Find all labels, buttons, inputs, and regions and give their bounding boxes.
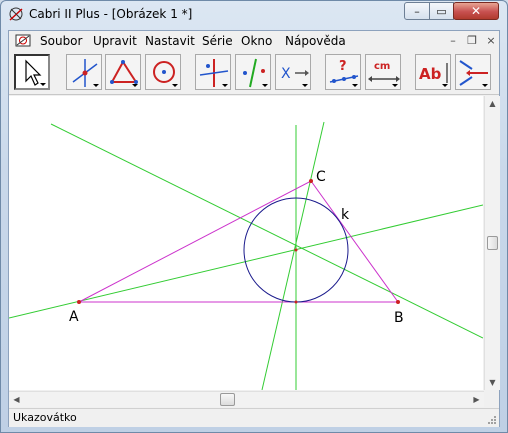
vertical-scroll-thumb[interactable] — [487, 236, 498, 250]
dropdown-corner-icon — [302, 84, 308, 87]
scroll-left-arrow-icon[interactable]: ◀ — [9, 392, 24, 407]
status-text: Ukazovátko — [13, 411, 77, 424]
measure-tool[interactable]: cm — [365, 54, 401, 90]
label-a: A — [69, 309, 79, 325]
dropdown-corner-icon — [352, 84, 358, 87]
mdi-restore-button[interactable]: ❐ — [465, 34, 479, 47]
dropdown-corner-icon — [482, 84, 488, 87]
maximize-button[interactable]: ▭ — [429, 2, 454, 20]
mdi-minimize-button[interactable]: – — [446, 34, 460, 47]
check-label: ? — [339, 59, 347, 74]
symmetry-tool[interactable] — [235, 54, 271, 90]
triangle-tool[interactable] — [105, 54, 141, 90]
point-c[interactable] — [309, 179, 313, 183]
label-c: C — [316, 169, 326, 185]
horizontal-scroll-thumb[interactable] — [220, 393, 235, 406]
incenter-point[interactable] — [294, 248, 298, 252]
circle-tool[interactable] — [145, 54, 181, 90]
menu-nastavit[interactable]: Nastavit — [145, 34, 195, 48]
menu-serie[interactable]: Série — [202, 34, 233, 48]
dropdown-corner-icon — [262, 84, 268, 87]
close-button[interactable]: ✕ — [453, 2, 499, 20]
dropdown-corner-icon — [442, 84, 448, 87]
menu-bar: Soubor Upravit Nastavit Série Okno Nápov… — [9, 31, 499, 51]
title-bar[interactable]: Cabri II Plus - [Obrázek 1 *] – ▭ ✕ — [1, 1, 507, 28]
dropdown-corner-icon — [392, 84, 398, 87]
point-a[interactable] — [77, 300, 81, 304]
label-k: k — [341, 207, 350, 223]
window-title: Cabri II Plus - [Obrázek 1 *] — [29, 7, 193, 21]
geometry-figure: A B C k — [9, 121, 483, 390]
drawing-canvas[interactable]: A B C k — [9, 96, 483, 390]
scroll-right-arrow-icon[interactable]: ▶ — [469, 392, 484, 407]
toolbar: X ? cm Ab — [9, 52, 499, 95]
dropdown-corner-icon — [132, 84, 138, 87]
angle-bisector-a-line[interactable] — [50, 123, 483, 339]
dropdown-corner-icon — [40, 83, 46, 86]
text-label-tool[interactable]: Ab — [415, 54, 451, 90]
text-tool-label: Ab — [419, 65, 442, 83]
tangent-point[interactable] — [294, 300, 298, 304]
dropdown-corner-icon — [172, 84, 178, 87]
transform-label: X — [281, 66, 291, 82]
dropdown-corner-icon — [93, 84, 99, 87]
triangle-abc[interactable] — [78, 180, 399, 303]
display-attributes-tool[interactable] — [455, 54, 491, 90]
check-property-tool[interactable]: ? — [325, 54, 361, 90]
menu-okno[interactable]: Okno — [241, 34, 272, 48]
dropdown-corner-icon — [222, 84, 228, 87]
resize-grip-icon[interactable] — [487, 415, 497, 425]
document-area: Soubor Upravit Nastavit Série Okno Nápov… — [8, 30, 500, 427]
horizontal-scrollbar[interactable]: ◀ ▶ — [9, 391, 484, 407]
mdi-close-button[interactable]: × — [484, 34, 498, 47]
menu-soubor[interactable]: Soubor — [40, 34, 82, 48]
point-b[interactable] — [396, 300, 400, 304]
point-tool[interactable] — [66, 54, 102, 90]
menu-upravit[interactable]: Upravit — [93, 34, 137, 48]
transform-tool[interactable]: X — [275, 54, 311, 90]
perpendicular-tool[interactable] — [195, 54, 231, 90]
document-icon[interactable] — [15, 33, 31, 48]
minimize-button[interactable]: – — [404, 2, 430, 20]
menu-napoveda[interactable]: Nápověda — [285, 34, 346, 48]
angle-bisector-c-line[interactable] — [261, 121, 325, 390]
vertical-scrollbar[interactable]: ▲ ▼ — [484, 96, 500, 390]
app-window: Cabri II Plus - [Obrázek 1 *] – ▭ ✕ Soub… — [0, 0, 508, 433]
scroll-up-arrow-icon[interactable]: ▲ — [485, 96, 500, 111]
pointer-tool[interactable] — [14, 54, 50, 90]
cabri-app-icon — [9, 7, 23, 21]
label-b: B — [394, 310, 404, 326]
scroll-down-arrow-icon[interactable]: ▼ — [485, 375, 500, 390]
status-bar: Ukazovátko — [9, 408, 499, 427]
measure-label: cm — [374, 61, 390, 72]
